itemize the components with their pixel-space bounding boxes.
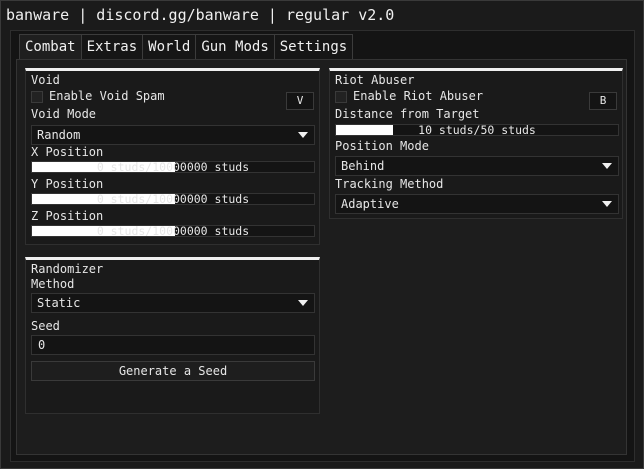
chevron-down-icon — [602, 201, 612, 207]
y-position-label: Y Position — [31, 177, 104, 191]
distance-slider[interactable]: 10 studs/50 studs — [335, 123, 619, 137]
slider-value-text: 0 studs/10000000 studs — [96, 160, 250, 174]
riot-abuser-group-title: Riot Abuser — [335, 73, 415, 87]
chevron-down-icon — [602, 163, 612, 169]
void-mode-label: Void Mode — [31, 107, 97, 121]
tab-combat[interactable]: Combat — [19, 34, 82, 60]
app-window: banware | discord.gg/banware | regular v… — [0, 0, 644, 469]
slider-value-text: 0 studs/10000000 studs — [96, 224, 250, 238]
window-title: banware | discord.gg/banware | regular v… — [6, 6, 395, 24]
riot-abuser-label: Enable Riot Abuser — [353, 89, 484, 103]
seed-input-field[interactable] — [38, 338, 310, 352]
seed-input[interactable] — [31, 335, 315, 355]
position-mode-dropdown[interactable]: Behind — [335, 156, 619, 176]
void-spam-label: Enable Void Spam — [49, 89, 165, 103]
seed-label: Seed — [31, 319, 60, 333]
tracking-method-label: Tracking Method — [335, 177, 444, 191]
riot-abuser-group: Riot Abuser Enable Riot Abuser B Distanc… — [329, 68, 623, 219]
method-dropdown[interactable]: Static — [31, 293, 315, 313]
void-mode-value: Random — [37, 128, 81, 142]
chevron-down-icon — [298, 132, 308, 138]
tracking-method-value: Adaptive — [341, 197, 399, 211]
method-label: Method — [31, 277, 75, 291]
main-panel: Combat Extras World Gun Mods Settings Vo… — [10, 30, 635, 462]
chevron-down-icon — [298, 300, 308, 306]
void-group-title: Void — [31, 73, 60, 87]
generate-seed-button[interactable]: Generate a Seed — [31, 361, 315, 381]
position-mode-label: Position Mode — [335, 139, 429, 153]
slider-value-text: 10 studs/50 studs — [418, 123, 536, 137]
void-keybind-button[interactable]: V — [286, 92, 314, 110]
slider-value-text: 0 studs/10000000 studs — [96, 192, 250, 206]
y-position-slider[interactable]: 0 studs/10000000 studs — [31, 192, 315, 206]
distance-label: Distance from Target — [335, 107, 480, 121]
position-mode-value: Behind — [341, 159, 385, 173]
z-position-slider[interactable]: 0 studs/10000000 studs — [31, 224, 315, 238]
method-value: Static — [37, 296, 81, 310]
randomizer-group-title: Randomizer — [31, 262, 104, 276]
tab-gun-mods[interactable]: Gun Mods — [196, 34, 275, 60]
tab-content: Void Enable Void Spam V Void Mode Random… — [16, 59, 627, 455]
randomizer-group: Randomizer Method Static Seed Generate a… — [25, 257, 320, 414]
z-position-label: Z Position — [31, 209, 104, 223]
tab-world[interactable]: World — [143, 34, 197, 60]
tab-settings[interactable]: Settings — [274, 34, 354, 60]
tab-bar: Combat Extras World Gun Mods Settings — [19, 34, 354, 60]
x-position-slider[interactable]: 0 studs/10000000 studs — [31, 160, 315, 174]
void-spam-checkbox[interactable] — [31, 91, 43, 103]
tab-extras[interactable]: Extras — [81, 34, 144, 60]
void-group: Void Enable Void Spam V Void Mode Random… — [25, 68, 320, 245]
tracking-method-dropdown[interactable]: Adaptive — [335, 194, 619, 214]
void-mode-dropdown[interactable]: Random — [31, 125, 315, 145]
riot-keybind-button[interactable]: B — [589, 92, 617, 110]
riot-abuser-checkbox[interactable] — [335, 91, 347, 103]
x-position-label: X Position — [31, 145, 104, 159]
